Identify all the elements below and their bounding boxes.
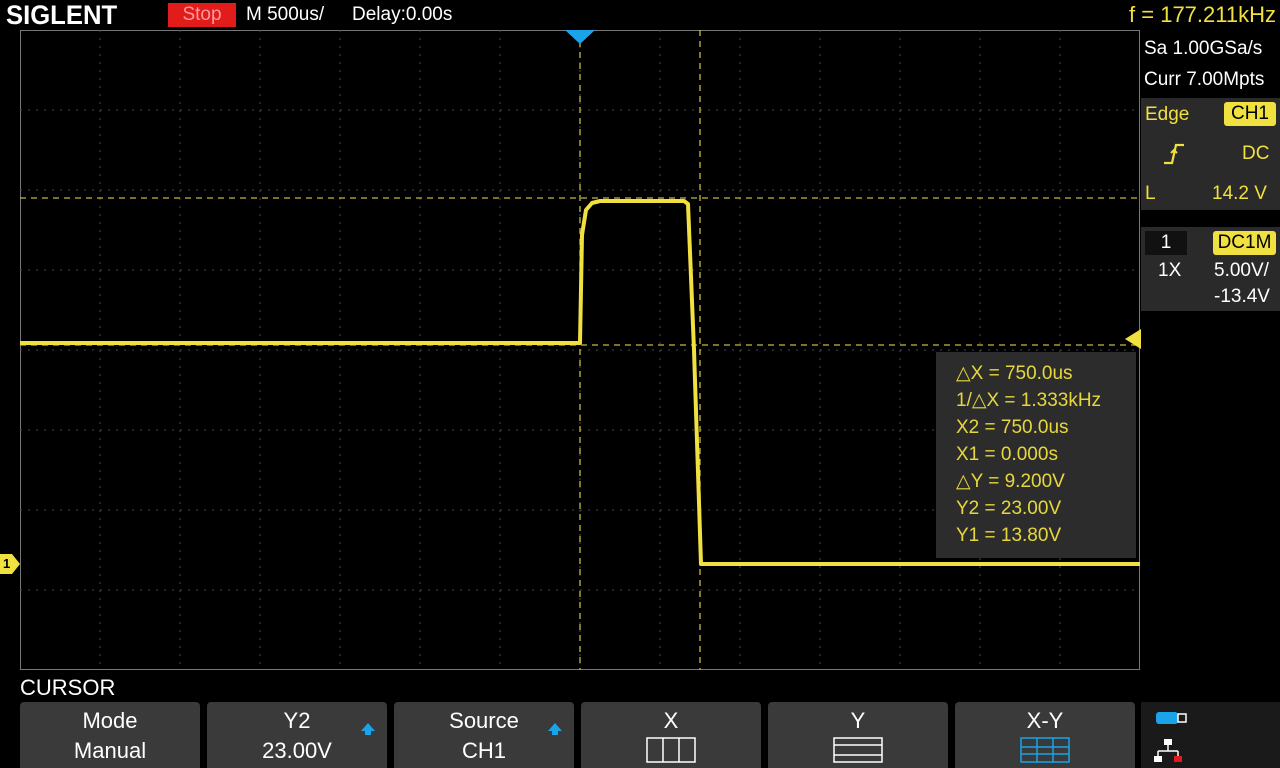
trigger-source-badge: CH1	[1224, 102, 1276, 126]
softkey-source[interactable]: Source CH1	[394, 702, 574, 768]
cursor-x-icon	[646, 737, 696, 763]
x2-readout: X2 = 750.0us	[956, 417, 1069, 438]
softkey-source-value: CH1	[461, 738, 506, 763]
usb-icon	[1156, 712, 1187, 724]
rising-edge-icon	[1162, 142, 1186, 166]
softkey-y2-value: 23.00V	[262, 738, 332, 763]
memory-depth: Curr 7.00Mpts	[1144, 69, 1265, 90]
cursor-xy-icon	[1020, 737, 1070, 763]
probe-attenuation: 1X	[1158, 260, 1182, 281]
trigger-level-label: L	[1145, 183, 1156, 204]
waveform-display[interactable]	[20, 30, 1140, 670]
delta-x-readout: △X = 750.0us	[956, 363, 1073, 384]
softkey-xy-label: X-Y	[1026, 708, 1064, 733]
softkey-y2[interactable]: Y2 23.00V	[207, 702, 387, 768]
vertical-scale: 5.00V/	[1214, 260, 1269, 281]
timebase-readout: M 500us/	[246, 4, 325, 25]
channel-number: 1	[1145, 231, 1187, 255]
softkey-mode[interactable]: Mode Manual	[20, 702, 200, 768]
trigger-level-marker[interactable]	[1125, 329, 1141, 349]
softkey-source-label: Source	[449, 708, 519, 733]
trigger-coupling: DC	[1242, 143, 1270, 164]
channel1-marker-label: 1	[3, 556, 11, 571]
y2-readout: Y2 = 23.00V	[956, 498, 1062, 519]
channel-coupling-badge: DC1M	[1213, 231, 1276, 255]
y1-readout: Y1 = 13.80V	[956, 525, 1062, 546]
cursor-measurement-panel: △X = 750.0us 1/△X = 1.333kHz X2 = 750.0u…	[936, 352, 1136, 558]
trigger-level-value: 14.2 V	[1212, 183, 1267, 204]
softkey-mode-label: Mode	[82, 708, 138, 733]
up-arrow-icon	[548, 723, 562, 735]
run-stop-status[interactable]: Stop	[168, 3, 236, 27]
softkey-mode-value: Manual	[73, 738, 147, 763]
softkey-x[interactable]: X	[581, 702, 761, 768]
vertical-offset: -13.4V	[1214, 286, 1270, 307]
x1-readout: X1 = 0.000s	[956, 444, 1058, 465]
system-status-area	[1141, 702, 1280, 768]
brand-logo: SIGLENT	[6, 0, 118, 30]
sample-rate: Sa 1.00GSa/s	[1144, 38, 1263, 59]
softkey-y[interactable]: Y	[768, 702, 948, 768]
softkey-xy[interactable]: X-Y	[955, 702, 1135, 768]
channel1-offset-marker[interactable]: 1	[0, 554, 20, 574]
softkey-y-label: Y	[850, 708, 866, 733]
delta-y-readout: △Y = 9.200V	[956, 471, 1065, 492]
up-arrow-icon	[361, 723, 375, 735]
softkey-x-label: X	[663, 708, 679, 733]
inverse-delta-x-readout: 1/△X = 1.333kHz	[956, 390, 1102, 411]
frequency-counter: f = 177.211kHz	[1129, 2, 1276, 27]
cursor-y-icon	[833, 737, 883, 763]
delay-readout: Delay:0.00s	[352, 4, 453, 25]
network-icon	[1154, 739, 1182, 762]
softkey-y2-label: Y2	[283, 708, 311, 733]
trigger-type: Edge	[1145, 104, 1190, 125]
menu-title: CURSOR	[20, 675, 116, 700]
trigger-position-marker[interactable]	[565, 30, 595, 44]
waveform-grid	[20, 30, 1140, 670]
